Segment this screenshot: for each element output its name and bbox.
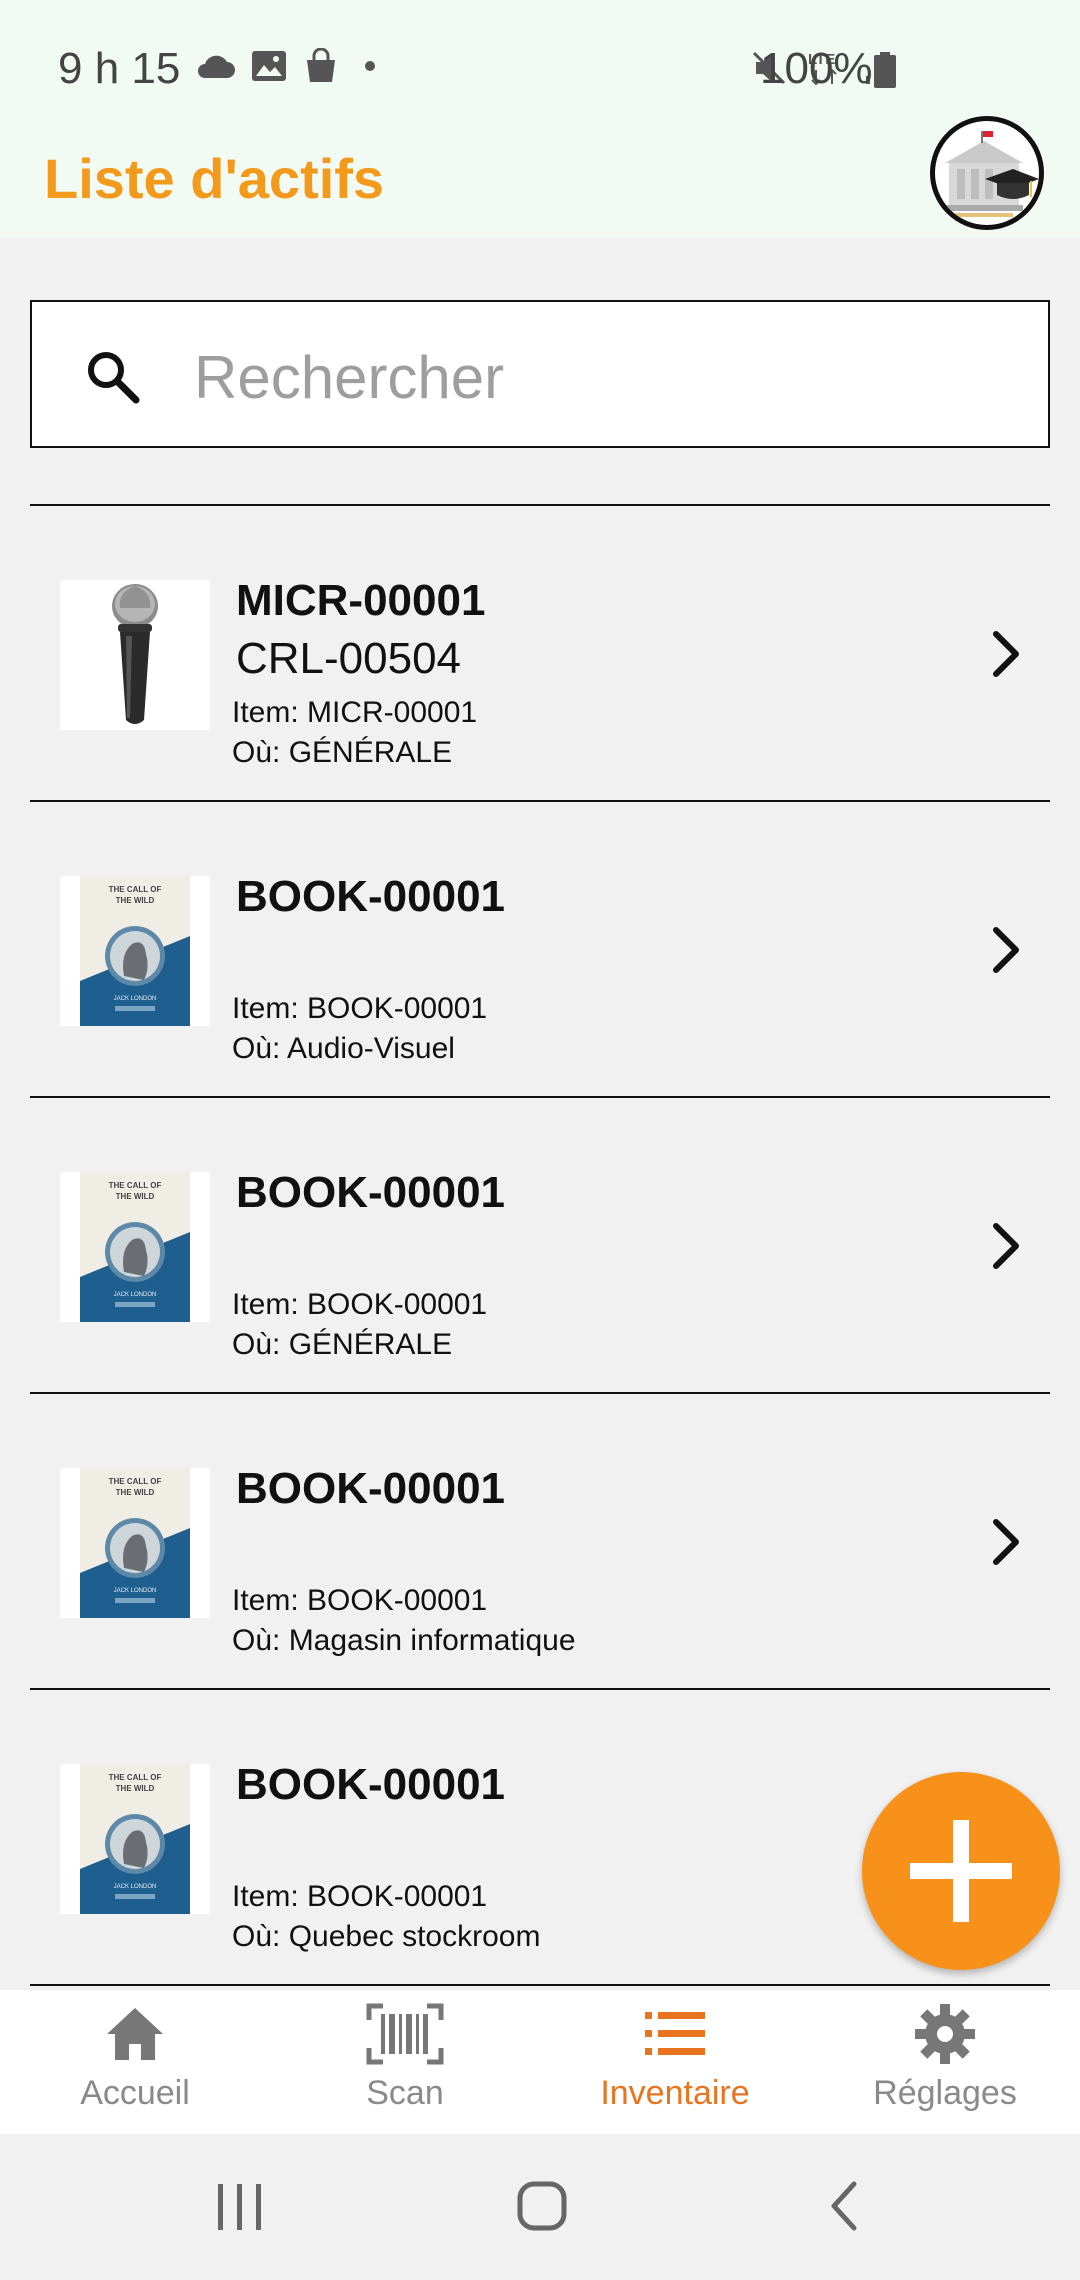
nav-item-inventaire[interactable]: Inventaire xyxy=(540,1990,810,2134)
nav-label: Scan xyxy=(366,2074,444,2112)
nav-label: Accueil xyxy=(80,2074,190,2112)
item-label: Item: BOOK-00001 xyxy=(232,1880,488,1913)
book-title-line1: THE CALL OF xyxy=(109,1477,162,1486)
item-label: Item: BOOK-00001 xyxy=(232,1288,488,1321)
book-author: JACK LONDON xyxy=(114,1588,157,1594)
chevron-right-icon xyxy=(993,1223,1019,1269)
search-bar[interactable] xyxy=(30,300,1050,448)
divider xyxy=(30,1984,1050,1986)
item-location: Où: GÉNÉRALE xyxy=(232,1328,453,1361)
nav-item-scan[interactable]: Scan xyxy=(270,1990,540,2134)
item-code: BOOK-00001 xyxy=(236,1464,506,1513)
item-code: BOOK-00001 xyxy=(236,872,506,921)
nav-label: Réglages xyxy=(873,2074,1017,2112)
book-title-line1: THE CALL OF xyxy=(109,885,162,894)
system-nav-bar xyxy=(0,2134,1080,2280)
item-thumbnail: THE CALL OF THE WILD JACK LONDON xyxy=(60,1172,210,1322)
item-location: Où: Quebec stockroom xyxy=(232,1920,541,1953)
list-item[interactable]: THE CALL OF THE WILD JACK LONDON BOOK-00… xyxy=(30,802,1050,1096)
home-icon xyxy=(107,2008,163,2060)
nav-label: Inventaire xyxy=(600,2074,750,2112)
book-title-line2: THE WILD xyxy=(116,1784,155,1793)
book-title-line1: THE CALL OF xyxy=(109,1181,162,1190)
add-asset-button[interactable] xyxy=(862,1772,1060,1970)
item-location: Où: Audio-Visuel xyxy=(232,1032,455,1065)
image-icon xyxy=(252,51,286,81)
book-author: JACK LONDON xyxy=(114,1292,157,1298)
item-code: BOOK-00001 xyxy=(236,1760,506,1809)
chevron-right-icon xyxy=(993,631,1019,677)
item-code: MICR-00001 xyxy=(236,576,486,625)
book-cover-image: THE CALL OF THE WILD JACK LONDON xyxy=(60,1172,210,1322)
item-location: Où: GÉNÉRALE xyxy=(232,736,453,769)
nav-item-accueil[interactable]: Accueil xyxy=(0,1990,270,2134)
book-author: JACK LONDON xyxy=(114,996,157,1002)
avatar[interactable] xyxy=(930,116,1044,230)
battery-icon xyxy=(874,52,896,88)
asset-list: MICR-00001 CRL-00504 Item: MICR-00001 Où… xyxy=(30,504,1050,1986)
book-cover-image: THE CALL OF THE WILD JACK LONDON xyxy=(60,1764,210,1914)
dot-icon xyxy=(365,61,375,71)
chevron-right-icon xyxy=(993,1519,1019,1565)
notification-icons xyxy=(195,48,385,84)
search-icon xyxy=(88,352,140,404)
back-icon[interactable] xyxy=(826,2180,862,2232)
chevron-right-icon xyxy=(993,927,1019,973)
item-thumbnail xyxy=(60,580,210,730)
book-cover-image: THE CALL OF THE WILD JACK LONDON xyxy=(60,876,210,1026)
item-label: Item: BOOK-00001 xyxy=(232,1584,488,1617)
book-title-line2: THE WILD xyxy=(116,1488,155,1497)
item-thumbnail: THE CALL OF THE WILD JACK LONDON xyxy=(60,876,210,1026)
item-thumbnail: THE CALL OF THE WILD JACK LONDON xyxy=(60,1468,210,1618)
status-time: 9 h 15 xyxy=(58,44,181,93)
battery-percent: 100% xyxy=(760,44,873,93)
search-input[interactable] xyxy=(192,334,1016,420)
book-title-line1: THE CALL OF xyxy=(109,1773,162,1782)
list-icon xyxy=(645,2012,705,2055)
bottom-nav: Accueil Scan Inventaire Réglages xyxy=(0,1990,1080,2134)
home-button-icon[interactable] xyxy=(516,2180,568,2232)
item-thumbnail: THE CALL OF THE WILD JACK LONDON xyxy=(60,1764,210,1914)
recent-apps-icon[interactable] xyxy=(216,2182,264,2232)
item-serial: CRL-00504 xyxy=(236,634,462,683)
item-label: Item: MICR-00001 xyxy=(232,696,478,729)
item-code: BOOK-00001 xyxy=(236,1168,506,1217)
book-author: JACK LONDON xyxy=(114,1884,157,1890)
list-item[interactable]: MICR-00001 CRL-00504 Item: MICR-00001 Où… xyxy=(30,506,1050,800)
barcode-scan-icon xyxy=(366,2003,444,2065)
list-item[interactable]: THE CALL OF THE WILD JACK LONDON BOOK-00… xyxy=(30,1098,1050,1392)
list-item[interactable]: THE CALL OF THE WILD JACK LONDON BOOK-00… xyxy=(30,1394,1050,1688)
book-cover-image: THE CALL OF THE WILD JACK LONDON xyxy=(60,1468,210,1618)
nav-item-reglages[interactable]: Réglages xyxy=(810,1990,1080,2134)
item-location: Où: Magasin informatique xyxy=(232,1624,576,1657)
app-header: Liste d'actifs xyxy=(0,110,1080,238)
plus-icon xyxy=(910,1820,1012,1922)
item-label: Item: BOOK-00001 xyxy=(232,992,488,1025)
book-title-line2: THE WILD xyxy=(116,896,155,905)
gear-icon xyxy=(915,2004,975,2064)
cloud-icon xyxy=(198,55,235,78)
microphone-image xyxy=(60,580,210,730)
school-logo-icon xyxy=(943,131,1039,217)
book-title-line2: THE WILD xyxy=(116,1192,155,1201)
page-title: Liste d'actifs xyxy=(44,147,385,210)
shopping-bag-icon xyxy=(307,48,335,82)
